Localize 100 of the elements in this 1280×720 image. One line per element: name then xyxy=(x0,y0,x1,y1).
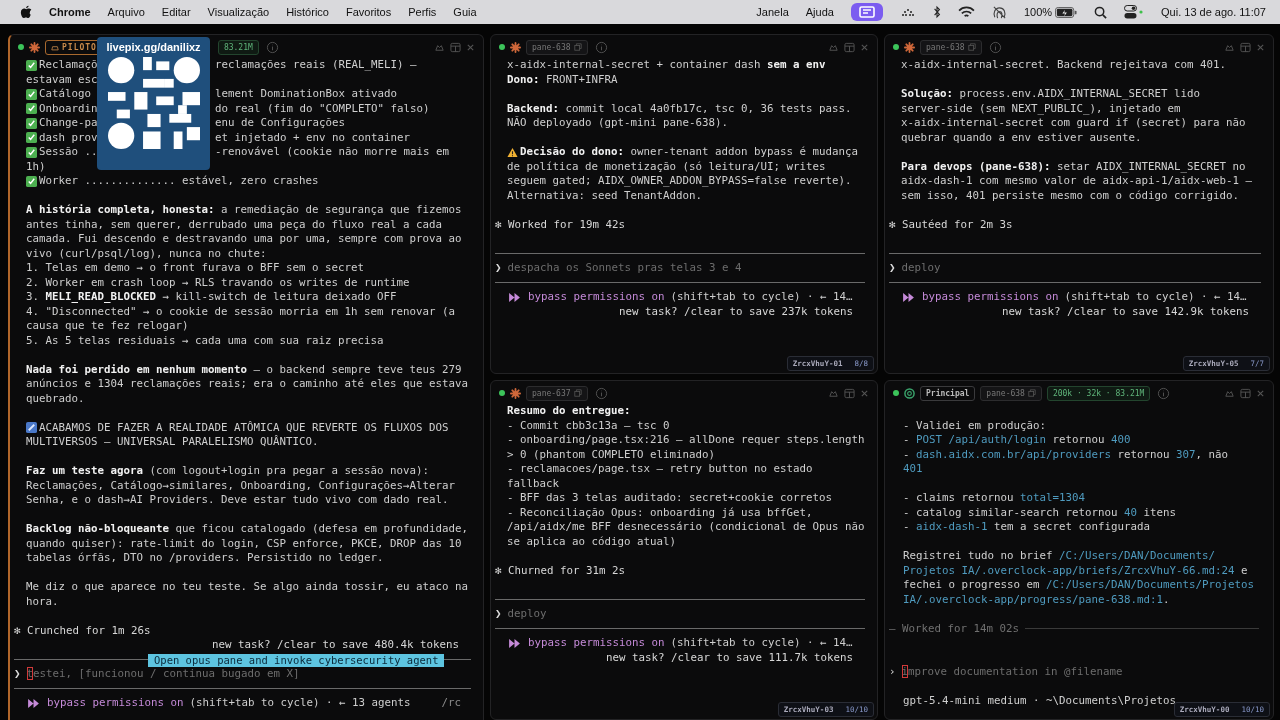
output-line: 3. MELI_READ_BLOCKED → kill-switch de leitura deixado OFF xyxy=(26,290,397,305)
pane-chip[interactable]: pane-638 xyxy=(920,39,982,55)
token-hint: new task? /clear to save 480.4k tokens xyxy=(212,638,459,653)
pane-chip[interactable]: pane-637 xyxy=(526,385,588,401)
dots-icon[interactable] xyxy=(899,6,916,18)
output-line: fechei o progresso em /C:/Users/DAN/Documents/Projetos xyxy=(903,578,1255,593)
menu-item[interactable]: Ajuda xyxy=(805,6,834,18)
screen-share-icon[interactable] xyxy=(850,3,883,21)
output-line: - BFF das 3 telas auditado: secret+cookie corretos xyxy=(507,491,832,506)
prompt-input[interactable]: deploy xyxy=(507,607,547,622)
output-line: Change-pa xyxy=(39,116,98,131)
prompt-input[interactable]: despacha os Sonnets pras telas 3 e 4 xyxy=(507,261,742,276)
close-icon[interactable] xyxy=(1256,42,1265,52)
copy-icon[interactable] xyxy=(573,389,582,397)
output-line: server-side (sem NEXT_PUBLIC_), injetado em xyxy=(901,101,1181,116)
mode-label[interactable]: bypass permissions on xyxy=(528,636,665,651)
menu-clock[interactable]: 11:07 xyxy=(1239,6,1266,18)
qr-code-icon xyxy=(107,57,200,149)
mode-hint: (shift+tab to cycle) · ← 13 agents xyxy=(189,696,411,711)
output-line: x-aidx-internal-secret. Backend rejeitava com 401. xyxy=(901,58,1226,73)
status-line: ✻ Crunched for 1m 26s xyxy=(14,623,151,638)
menu-item[interactable]: Arquivo xyxy=(107,6,145,18)
menu-item[interactable]: Guia xyxy=(453,6,477,18)
mode-hint: (shift+tab to cycle) · ← 14… xyxy=(670,290,853,305)
output-line: 5. As 5 telas residuais → cada uma com sua raiz precisa xyxy=(26,333,384,348)
output-line: dash prov xyxy=(39,130,98,145)
menu-item[interactable]: Editar xyxy=(161,6,191,18)
copy-icon[interactable] xyxy=(1027,389,1036,397)
output-line: Worker .............. estável, zero crashes xyxy=(39,174,319,189)
output-line: x-aidx-internal-secret + container dash sem a env xyxy=(507,58,826,73)
output-line: Faz um teste agora (com logout+login pra pegar a sessão nova): xyxy=(26,464,430,479)
status-line: ✻ Churned for 31m 2s xyxy=(495,563,625,578)
output-line: 1h) xyxy=(26,159,46,174)
output-line: reclamações reais (REAL_MELI) — xyxy=(215,58,417,73)
status-dot-icon xyxy=(893,390,899,396)
sparkle-icon xyxy=(904,41,915,53)
bluetooth-icon[interactable] xyxy=(932,5,941,19)
prompt-input[interactable]: deploy xyxy=(901,261,941,276)
pencil-icon xyxy=(26,422,37,434)
pane-chip[interactable]: pane-638 xyxy=(980,385,1042,401)
window-icon[interactable] xyxy=(844,41,855,53)
output-line: anúncios e 1304 reclamações reais; era o caminho até eles que estava xyxy=(26,377,469,392)
close-icon[interactable] xyxy=(466,42,475,52)
window-icon[interactable] xyxy=(450,41,461,53)
window-icon[interactable] xyxy=(844,387,855,399)
status-dot-icon xyxy=(893,44,899,50)
output-line: Reclamaçõ xyxy=(39,58,98,73)
window-icon[interactable] xyxy=(1240,41,1251,53)
menu-item[interactable]: Perfis xyxy=(408,6,437,18)
menu-item[interactable]: Visualização xyxy=(207,6,270,18)
menu-item[interactable]: Chrome xyxy=(49,6,91,18)
info-icon[interactable] xyxy=(594,386,608,400)
output-line: Resumo do entregue: xyxy=(507,404,631,419)
output-line: IA/.overclock-app/progress/pane-638.md:1. xyxy=(903,592,1170,607)
output-line: do real (fim do "COMPLETO" falso) xyxy=(215,101,430,116)
search-icon[interactable] xyxy=(1094,5,1108,19)
menu-item[interactable]: Janela xyxy=(756,6,789,18)
remote-command: /rc xyxy=(441,696,461,711)
fast-forward-icon xyxy=(509,638,520,648)
window-icon[interactable] xyxy=(1240,387,1251,399)
mode-label[interactable]: bypass permissions on xyxy=(47,696,184,711)
apple-icon[interactable] xyxy=(20,5,32,19)
output-line: Backlog não-bloqueante que ficou catalogado (defesa em profundidade, xyxy=(26,522,469,537)
output-line: ACABAMOS DE FAZER A REALIDADE ATÔMICA QUE REVERTE OS FLUXOS DOS xyxy=(39,420,449,435)
pane-chip[interactable]: pane-638 xyxy=(526,39,588,55)
output-line: quebrar quando a env estiver ausente. xyxy=(901,130,1142,145)
copy-icon[interactable] xyxy=(967,43,976,51)
copy-icon[interactable] xyxy=(573,43,582,51)
model-info: gpt-5.4-mini medium · ~\Documents\Projetos xyxy=(903,694,1176,709)
info-icon[interactable] xyxy=(988,40,1002,54)
check-icon xyxy=(26,88,37,100)
menu-item[interactable]: Favoritos xyxy=(345,6,392,18)
fingerprint-icon[interactable] xyxy=(991,4,1007,20)
battery-icon[interactable] xyxy=(1055,6,1078,18)
close-icon[interactable] xyxy=(1256,388,1265,398)
output-line: Registrei tudo no brief /C:/Users/DAN/Documents/ xyxy=(903,549,1216,564)
wifi-icon[interactable] xyxy=(957,5,975,19)
close-icon[interactable] xyxy=(860,42,869,52)
mode-label[interactable]: bypass permissions on xyxy=(922,290,1059,305)
output-line: Reclamações, Catálogo→similares, Onboarding, Configurações→Alterar xyxy=(26,478,456,493)
output-line: quebrado. xyxy=(26,391,85,406)
fast-forward-icon xyxy=(903,292,914,302)
output-line: - aidx-dash-1 tem a secret configurada xyxy=(903,520,1151,535)
swirl-icon xyxy=(904,387,915,399)
menu-date[interactable]: Qui. 13 de ago. xyxy=(1161,6,1237,18)
output-line: antes tinha, sem querer, derrubado uma peça do fluxo real a cada xyxy=(26,217,443,232)
status-dot-icon xyxy=(499,390,505,396)
info-icon[interactable] xyxy=(1157,386,1171,400)
check-icon xyxy=(26,146,37,158)
close-icon[interactable] xyxy=(860,388,869,398)
mode-label[interactable]: bypass permissions on xyxy=(528,290,665,305)
output-line: estavam esc xyxy=(26,72,98,87)
output-line: 401 xyxy=(903,462,923,477)
control-center-icon[interactable] xyxy=(1124,5,1145,19)
output-line: 4. "Disconnected" → o cookie de sessão morria em 1h sem renovar (a xyxy=(26,304,456,319)
prompt-glyph: ❯ xyxy=(14,667,21,682)
menu-item[interactable]: Histórico xyxy=(286,6,329,18)
info-icon[interactable] xyxy=(594,40,608,54)
info-icon[interactable] xyxy=(265,40,279,54)
mode-hint: (shift+tab to cycle) · ← 14… xyxy=(1064,290,1247,305)
